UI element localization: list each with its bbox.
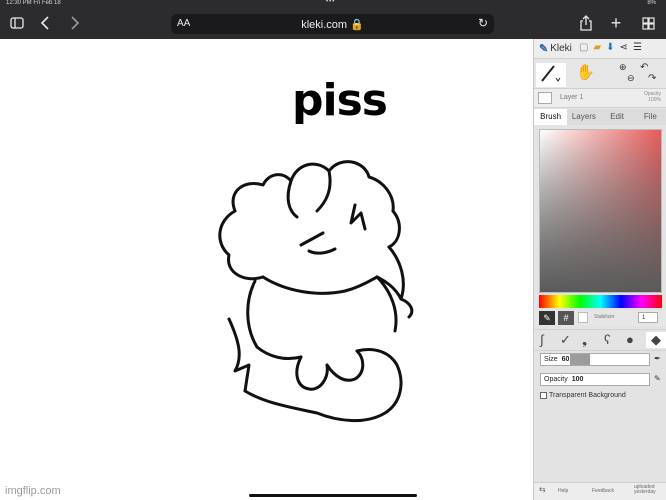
browser-toolbar: AA kleki.com 🔒 ↻ + bbox=[0, 8, 666, 39]
header-actions: ▢ ▰ ⬇ ⋖ ☰ bbox=[579, 42, 642, 53]
back-icon[interactable] bbox=[38, 14, 52, 32]
transparent-background-checkbox[interactable] bbox=[540, 392, 547, 399]
save-status: uploaded yesterday bbox=[634, 484, 656, 495]
current-color-swatch[interactable] bbox=[578, 312, 588, 323]
tab-file[interactable]: File bbox=[634, 109, 666, 125]
sketchy-brush-icon[interactable]: ❟ bbox=[582, 332, 587, 348]
drawing-canvas[interactable]: piss imgflip.com bbox=[0, 39, 533, 500]
kleki-header: ✎ Kleki ▢ ▰ ⬇ ⋖ ☰ bbox=[534, 39, 666, 59]
kleki-panel: ✎ Kleki ▢ ▰ ⬇ ⋖ ☰ ✋ ⊕ ⊖ ↶ ↷ Layer 1 Opac… bbox=[533, 39, 666, 500]
imgflip-watermark: imgflip.com bbox=[5, 485, 61, 497]
url-text[interactable]: kleki.com 🔒 bbox=[171, 18, 494, 31]
tab-brush[interactable]: Brush bbox=[534, 109, 568, 125]
zoom-in-icon[interactable]: ⊕ bbox=[619, 62, 635, 73]
pixel-brush-icon[interactable]: ʕ bbox=[604, 332, 611, 347]
hex-input-icon[interactable]: # bbox=[558, 311, 574, 325]
blend-brush-icon[interactable]: ✓ bbox=[560, 332, 571, 348]
download-icon[interactable]: ⬇ bbox=[606, 42, 614, 53]
size-pressure-icon[interactable]: ✒ bbox=[654, 354, 661, 363]
kleki-logo-icon: ✎ bbox=[539, 43, 549, 55]
status-bar: 12:30 PM Fri Feb 18 ••• 8% bbox=[0, 0, 666, 8]
stabilizer-label: Stabilizer bbox=[594, 314, 615, 320]
panel-tabs: Brush Layers Edit File bbox=[534, 109, 666, 125]
eraser-icon[interactable]: ◆ bbox=[646, 332, 666, 348]
open-folder-icon[interactable]: ▰ bbox=[593, 42, 601, 53]
status-time: 12:30 PM Fri Feb 18 bbox=[6, 0, 61, 6]
tabs-icon[interactable] bbox=[640, 14, 656, 32]
tab-layers[interactable]: Layers bbox=[567, 109, 600, 125]
color-tools-row: ✎ # Stabilizer 1 bbox=[534, 310, 666, 326]
undo-icon[interactable]: ↶ bbox=[640, 62, 656, 73]
address-bar[interactable]: AA kleki.com 🔒 ↻ bbox=[171, 14, 494, 34]
forward-icon[interactable] bbox=[68, 14, 82, 32]
feedback-button[interactable]: Feedback bbox=[592, 488, 614, 494]
help-button[interactable]: Help bbox=[558, 488, 568, 494]
new-tab-icon[interactable]: + bbox=[608, 13, 624, 33]
canvas-caption: piss bbox=[292, 75, 388, 126]
stabilizer-select[interactable]: 1 bbox=[638, 312, 658, 323]
layer-name: Layer 1 bbox=[560, 94, 584, 101]
swap-icon[interactable]: ⇆ bbox=[539, 485, 546, 494]
multitask-dots[interactable]: ••• bbox=[326, 0, 335, 5]
color-picker-area[interactable] bbox=[539, 129, 662, 293]
layer-thumbnail[interactable] bbox=[538, 92, 552, 104]
eyedropper-icon[interactable]: ✎ bbox=[539, 311, 555, 325]
tab-edit[interactable]: Edit bbox=[601, 109, 634, 125]
sketch-drawing bbox=[218, 160, 414, 423]
layer-preview[interactable]: Layer 1 Opacity 100% bbox=[534, 89, 666, 108]
kleki-logo: ✎ Kleki bbox=[539, 43, 572, 55]
tool-row: ✋ ⊕ ⊖ ↶ ↷ bbox=[534, 59, 666, 89]
layer-opacity: Opacity 100% bbox=[644, 91, 661, 103]
pen-brush-icon[interactable]: ∫ bbox=[540, 332, 544, 347]
undo-redo-controls: ↶ ↷ bbox=[640, 62, 656, 84]
size-slider[interactable]: Size 60 bbox=[540, 353, 650, 366]
zoom-out-icon[interactable]: ⊖ bbox=[627, 73, 635, 84]
battery-indicator: 8% bbox=[647, 0, 656, 6]
brush-tool-button[interactable] bbox=[536, 63, 566, 87]
hue-slider[interactable] bbox=[539, 295, 662, 308]
chemy-brush-icon[interactable]: ● bbox=[626, 332, 634, 347]
opacity-pressure-icon[interactable]: ✎ bbox=[654, 374, 661, 383]
home-indicator[interactable] bbox=[249, 494, 417, 497]
opacity-slider[interactable]: Opacity 100 bbox=[540, 373, 650, 386]
share-icon[interactable] bbox=[578, 14, 594, 32]
share-icon[interactable]: ⋖ bbox=[620, 42, 628, 53]
redo-icon[interactable]: ↷ bbox=[648, 73, 656, 84]
new-file-icon[interactable]: ▢ bbox=[579, 42, 588, 53]
hand-tool-icon[interactable]: ✋ bbox=[576, 63, 595, 81]
brush-type-row: ∫ ✓ ❟ ʕ ● ◆ bbox=[534, 329, 666, 351]
sidebar-icon[interactable] bbox=[8, 14, 26, 32]
menu-icon[interactable]: ☰ bbox=[633, 42, 642, 53]
reload-icon[interactable]: ↻ bbox=[478, 16, 488, 30]
zoom-controls: ⊕ ⊖ bbox=[619, 62, 635, 84]
panel-footer: ⇆ Help Feedback uploaded yesterday bbox=[534, 482, 666, 500]
transparent-background-option[interactable]: Transparent Background bbox=[540, 392, 626, 399]
size-slider-fill bbox=[570, 354, 590, 365]
